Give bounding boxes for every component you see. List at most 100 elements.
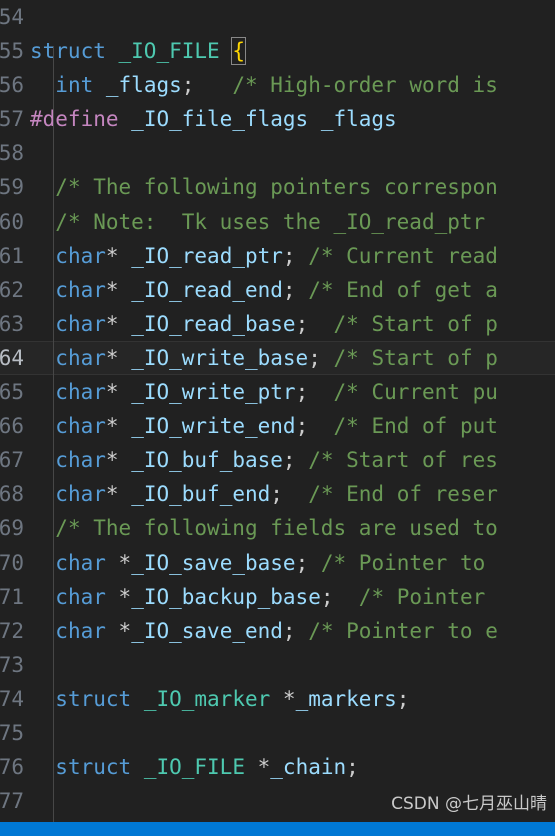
code-editor[interactable]: 554555struct _IO_FILE {556 int _flags; /…	[0, 0, 555, 836]
code-line-content: /* The following pointers correspon	[30, 170, 498, 204]
code-line[interactable]: 568 char* _IO_buf_end; /* End of reser	[0, 477, 555, 511]
line-number: 570	[0, 550, 24, 575]
code-line-content: struct _IO_FILE *_chain;	[30, 750, 359, 784]
code-line[interactable]: 573	[0, 648, 555, 682]
code-line[interactable]: 560 /* Note: Tk uses the _IO_read_ptr	[0, 205, 555, 239]
code-token: /* Start of p	[333, 311, 498, 336]
code-line-content: char* _IO_read_base; /* Start of p	[30, 307, 498, 341]
code-token: int	[55, 73, 94, 98]
code-line[interactable]: 569 /* The following fields are used to	[0, 511, 555, 545]
code-line-content: char* _IO_read_end; /* End of get a	[30, 273, 498, 307]
code-line[interactable]: 575	[0, 716, 555, 750]
code-token: char	[55, 584, 106, 609]
code-line[interactable]: 567 char* _IO_buf_base; /* Start of res	[0, 443, 555, 477]
code-token: ;	[295, 311, 309, 336]
code-line[interactable]: 559 /* The following pointers correspon	[0, 170, 555, 204]
code-token: _IO_write_base	[131, 345, 309, 370]
code-token: ;	[320, 584, 334, 609]
code-token: ;	[346, 755, 359, 780]
code-token: struct	[55, 755, 132, 780]
code-token: /* End of put	[333, 414, 498, 439]
code-token: /* End of get a	[308, 277, 498, 302]
code-line-content: struct _IO_FILE {	[30, 34, 246, 68]
code-token: _markers	[295, 686, 397, 711]
code-token: ;	[295, 414, 309, 439]
code-token: struct	[30, 39, 106, 64]
code-line[interactable]: 563 char* _IO_read_base; /* Start of p	[0, 307, 555, 341]
code-token: *	[105, 482, 119, 507]
code-token: /* High-order word is	[232, 73, 498, 98]
code-token: char	[55, 550, 106, 575]
code-line[interactable]: 572 char *_IO_save_end; /* Pointer to e	[0, 614, 555, 648]
code-line-content: char *_IO_save_end; /* Pointer to e	[30, 614, 498, 648]
indent-guide	[53, 46, 54, 822]
code-line[interactable]: 555struct _IO_FILE {	[0, 34, 555, 68]
code-token: _IO_write_ptr	[131, 380, 296, 405]
code-token: _IO_write_end	[131, 414, 296, 439]
status-bar[interactable]	[0, 822, 555, 836]
line-number: 573	[0, 652, 24, 677]
code-line-content: char* _IO_write_end; /* End of put	[30, 409, 498, 443]
code-line[interactable]: 564 char* _IO_write_base; /* Start of p	[0, 340, 555, 376]
code-line[interactable]: 574 struct _IO_marker *_markers;	[0, 682, 555, 716]
code-token: *	[282, 686, 296, 711]
line-number: 567	[0, 448, 24, 473]
code-token: char	[55, 482, 106, 507]
code-token: *	[105, 243, 119, 268]
code-line[interactable]: 554	[0, 0, 555, 34]
code-line[interactable]: 561 char* _IO_read_ptr; /* Current read	[0, 239, 555, 273]
code-token: ;	[295, 550, 309, 575]
code-token: /* Note: Tk uses the _IO_read_ptr	[55, 209, 486, 234]
code-line-content: char* _IO_buf_end; /* End of reser	[30, 477, 498, 511]
code-line[interactable]: 558	[0, 136, 555, 170]
code-token: char	[55, 380, 106, 405]
line-number: 575	[0, 720, 24, 745]
code-line-content: /* Note: Tk uses the _IO_read_ptr	[30, 205, 485, 239]
code-token: _IO_file_flags	[131, 107, 309, 132]
code-token: _IO_save_end	[131, 618, 283, 643]
code-token: /* Pointer to	[320, 550, 486, 575]
code-scroll-area[interactable]: 554555struct _IO_FILE {556 int _flags; /…	[0, 0, 555, 822]
code-lines: 554555struct _IO_FILE {556 int _flags; /…	[0, 0, 555, 822]
code-token: /* End of reser	[308, 482, 498, 507]
code-token: _IO_FILE	[118, 39, 220, 64]
code-token: _IO_buf_end	[131, 482, 271, 507]
code-line[interactable]: 571 char *_IO_backup_base; /* Pointer	[0, 580, 555, 614]
code-line-content: char *_IO_backup_base; /* Pointer	[30, 580, 485, 614]
code-line[interactable]: 570 char *_IO_save_base; /* Pointer to	[0, 546, 555, 580]
code-line[interactable]: 576 struct _IO_FILE *_chain;	[0, 750, 555, 784]
code-line[interactable]: 565 char* _IO_write_ptr; /* Current pu	[0, 375, 555, 409]
line-number: 564	[0, 345, 24, 370]
code-line[interactable]: 557#define _IO_file_flags _flags	[0, 102, 555, 136]
code-token: _IO_read_ptr	[131, 243, 283, 268]
code-token: char	[55, 311, 106, 336]
code-line[interactable]: 556 int _flags; /* High-order word is	[0, 68, 555, 102]
code-line[interactable]: 562 char* _IO_read_end; /* End of get a	[0, 273, 555, 307]
code-token: {	[231, 37, 246, 66]
code-token: _IO_read_base	[131, 311, 296, 336]
code-token: _IO_backup_base	[131, 584, 321, 609]
code-token: *	[118, 618, 132, 643]
code-line[interactable]: 566 char* _IO_write_end; /* End of put	[0, 409, 555, 443]
csdn-watermark: CSDN @七月巫山晴	[391, 794, 547, 814]
